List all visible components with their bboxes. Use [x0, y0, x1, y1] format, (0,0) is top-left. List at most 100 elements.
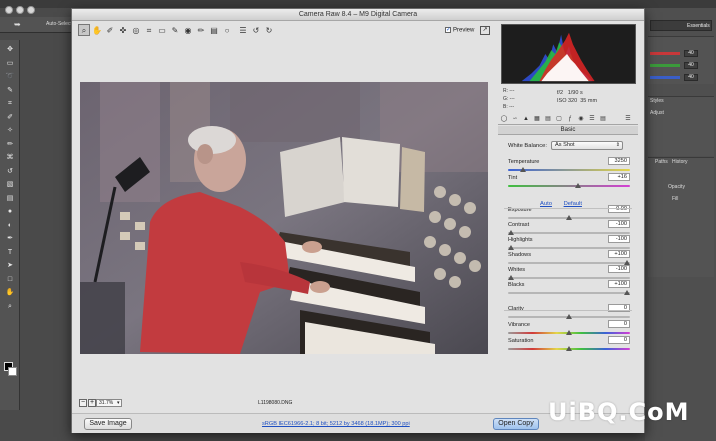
path-select-icon[interactable]: ➤ — [5, 262, 15, 270]
hsl-tab-icon[interactable]: ▦ — [533, 115, 541, 123]
checkmark-icon[interactable]: ✓ — [445, 27, 451, 33]
tab-adjust[interactable]: Adjust — [650, 110, 664, 116]
blacks-value-field[interactable]: +100 — [608, 280, 630, 288]
saturation-slider[interactable]: Saturation 0 — [508, 336, 630, 354]
tab-paths[interactable]: Paths — [655, 159, 668, 165]
chevron-down-icon[interactable]: ▾ — [117, 400, 120, 406]
minimize-window-button[interactable] — [16, 6, 24, 14]
basic-tab-icon[interactable]: ◯ — [500, 115, 508, 123]
default-link[interactable]: Default — [564, 201, 582, 207]
blue-value[interactable]: 40 — [684, 74, 698, 81]
contrast-thumb[interactable] — [508, 230, 514, 235]
eyedropper-icon[interactable]: ✐ — [5, 114, 15, 122]
move-icon[interactable]: ✥ — [5, 46, 15, 54]
zoom-icon[interactable]: ⌕ — [5, 303, 15, 311]
white-balance-icon[interactable]: ✐ — [104, 24, 116, 36]
marquee-icon[interactable]: ▭ — [5, 60, 15, 68]
fullscreen-icon[interactable]: ↗ — [480, 26, 490, 35]
close-window-button[interactable] — [5, 6, 13, 14]
exposure-thumb[interactable] — [566, 215, 572, 220]
tint-slider[interactable]: Tint +16 — [508, 173, 630, 191]
tint-track[interactable] — [508, 185, 630, 187]
vibrance-thumb[interactable] — [566, 330, 572, 335]
dodge-icon[interactable]: ◐ — [5, 222, 15, 230]
lasso-icon[interactable]: ➰ — [5, 73, 15, 81]
image-preview[interactable] — [80, 82, 488, 354]
temperature-thumb[interactable] — [519, 167, 526, 172]
type-icon[interactable]: T — [5, 249, 15, 257]
brush-icon[interactable]: ✏ — [5, 141, 15, 149]
effects-tab-icon[interactable]: ƒ — [566, 115, 574, 123]
highlights-track[interactable] — [508, 247, 630, 249]
history-brush-icon[interactable]: ↺ — [5, 168, 15, 176]
split-toning-tab-icon[interactable]: ▤ — [544, 115, 552, 123]
tab-styles[interactable]: Styles — [650, 98, 664, 104]
zoom-in-button[interactable]: + — [88, 399, 96, 407]
crop-icon[interactable]: ⌗ — [5, 100, 15, 108]
blur-icon[interactable]: ● — [5, 208, 15, 216]
targeted-adjust-icon[interactable]: ◎ — [130, 24, 142, 36]
blue-slider[interactable] — [650, 76, 680, 79]
shadows-track[interactable] — [508, 262, 630, 264]
panel-menu-icon[interactable]: ☰ — [624, 115, 632, 123]
save-image-button[interactable]: Save Image — [84, 418, 132, 430]
hand-tool-icon[interactable]: ✋ — [91, 24, 103, 36]
temperature-track[interactable] — [508, 169, 630, 171]
zoom-out-button[interactable]: − — [79, 399, 87, 407]
hand-icon[interactable]: ✋ — [5, 289, 15, 297]
tint-thumb[interactable] — [575, 183, 582, 188]
saturation-value-field[interactable]: 0 — [608, 336, 630, 344]
tab-history[interactable]: History — [672, 159, 688, 165]
stamp-icon[interactable]: ⌘ — [5, 154, 15, 162]
clarity-thumb[interactable] — [566, 314, 572, 319]
healing-icon[interactable]: ✧ — [5, 127, 15, 135]
shape-icon[interactable]: □ — [5, 276, 15, 284]
rotate-left-icon[interactable]: ↺ — [250, 24, 262, 36]
workspace-switcher[interactable]: Essentials — [650, 20, 712, 31]
zoom-window-button[interactable] — [27, 6, 35, 14]
quick-select-icon[interactable]: ✎ — [5, 87, 15, 95]
blacks-slider[interactable]: Blacks +100 — [508, 280, 630, 298]
color-sampler-icon[interactable]: ✜ — [117, 24, 129, 36]
preferences-icon[interactable]: ☰ — [237, 24, 249, 36]
graduated-filter-icon[interactable]: ▤ — [208, 24, 220, 36]
straighten-icon[interactable]: ▭ — [156, 24, 168, 36]
tint-value-field[interactable]: +16 — [608, 173, 630, 181]
exposure-value-field[interactable]: 0.00 — [608, 205, 630, 213]
green-slider[interactable] — [650, 64, 680, 67]
green-value[interactable]: 40 — [684, 62, 698, 69]
snapshots-tab-icon[interactable]: ▤ — [599, 115, 607, 123]
spot-removal-icon[interactable]: ✎ — [169, 24, 181, 36]
rotate-right-icon[interactable]: ↻ — [263, 24, 275, 36]
vibrance-value-field[interactable]: 0 — [608, 320, 630, 328]
whites-track[interactable] — [508, 277, 630, 279]
pen-icon[interactable]: ✒ — [5, 235, 15, 243]
tone-curve-tab-icon[interactable]: ∽ — [511, 115, 519, 123]
zoom-tool-icon[interactable]: ⌕ — [78, 24, 90, 36]
auto-link[interactable]: Auto — [540, 201, 552, 207]
white-balance-select[interactable]: As Shot ⇕ — [551, 141, 623, 150]
saturation-thumb[interactable] — [566, 346, 572, 351]
red-eye-icon[interactable]: ◉ — [182, 24, 194, 36]
radial-filter-icon[interactable]: ○ — [221, 24, 233, 36]
lens-corrections-tab-icon[interactable]: ▢ — [555, 115, 563, 123]
presets-tab-icon[interactable]: ☰ — [588, 115, 596, 123]
contrast-track[interactable] — [508, 232, 630, 234]
crop-icon[interactable]: ⌗ — [143, 24, 155, 36]
red-value[interactable]: 40 — [684, 50, 698, 57]
blacks-track[interactable] — [508, 292, 630, 294]
adjustment-brush-icon[interactable]: ✏ — [195, 24, 207, 36]
eraser-icon[interactable]: ▧ — [5, 181, 15, 189]
camera-calibration-tab-icon[interactable]: ◉ — [577, 115, 585, 123]
move-tool-icon[interactable]: ➥ — [14, 20, 21, 29]
blacks-thumb[interactable] — [624, 290, 630, 295]
contrast-value-field[interactable]: -100 — [608, 220, 630, 228]
temperature-value-field[interactable]: 3250 — [608, 157, 630, 165]
auto-select-label[interactable]: Auto-Select — [46, 21, 72, 27]
workflow-options-link[interactable]: sRGB IEC61966-2.1; 8 bit; 5212 by 3468 (… — [262, 421, 410, 427]
highlights-value-field[interactable]: -100 — [608, 235, 630, 243]
detail-tab-icon[interactable]: ▲ — [522, 115, 530, 123]
background-color-swatch[interactable] — [8, 367, 17, 376]
shadows-value-field[interactable]: +100 — [608, 250, 630, 258]
whites-thumb[interactable] — [508, 275, 514, 280]
